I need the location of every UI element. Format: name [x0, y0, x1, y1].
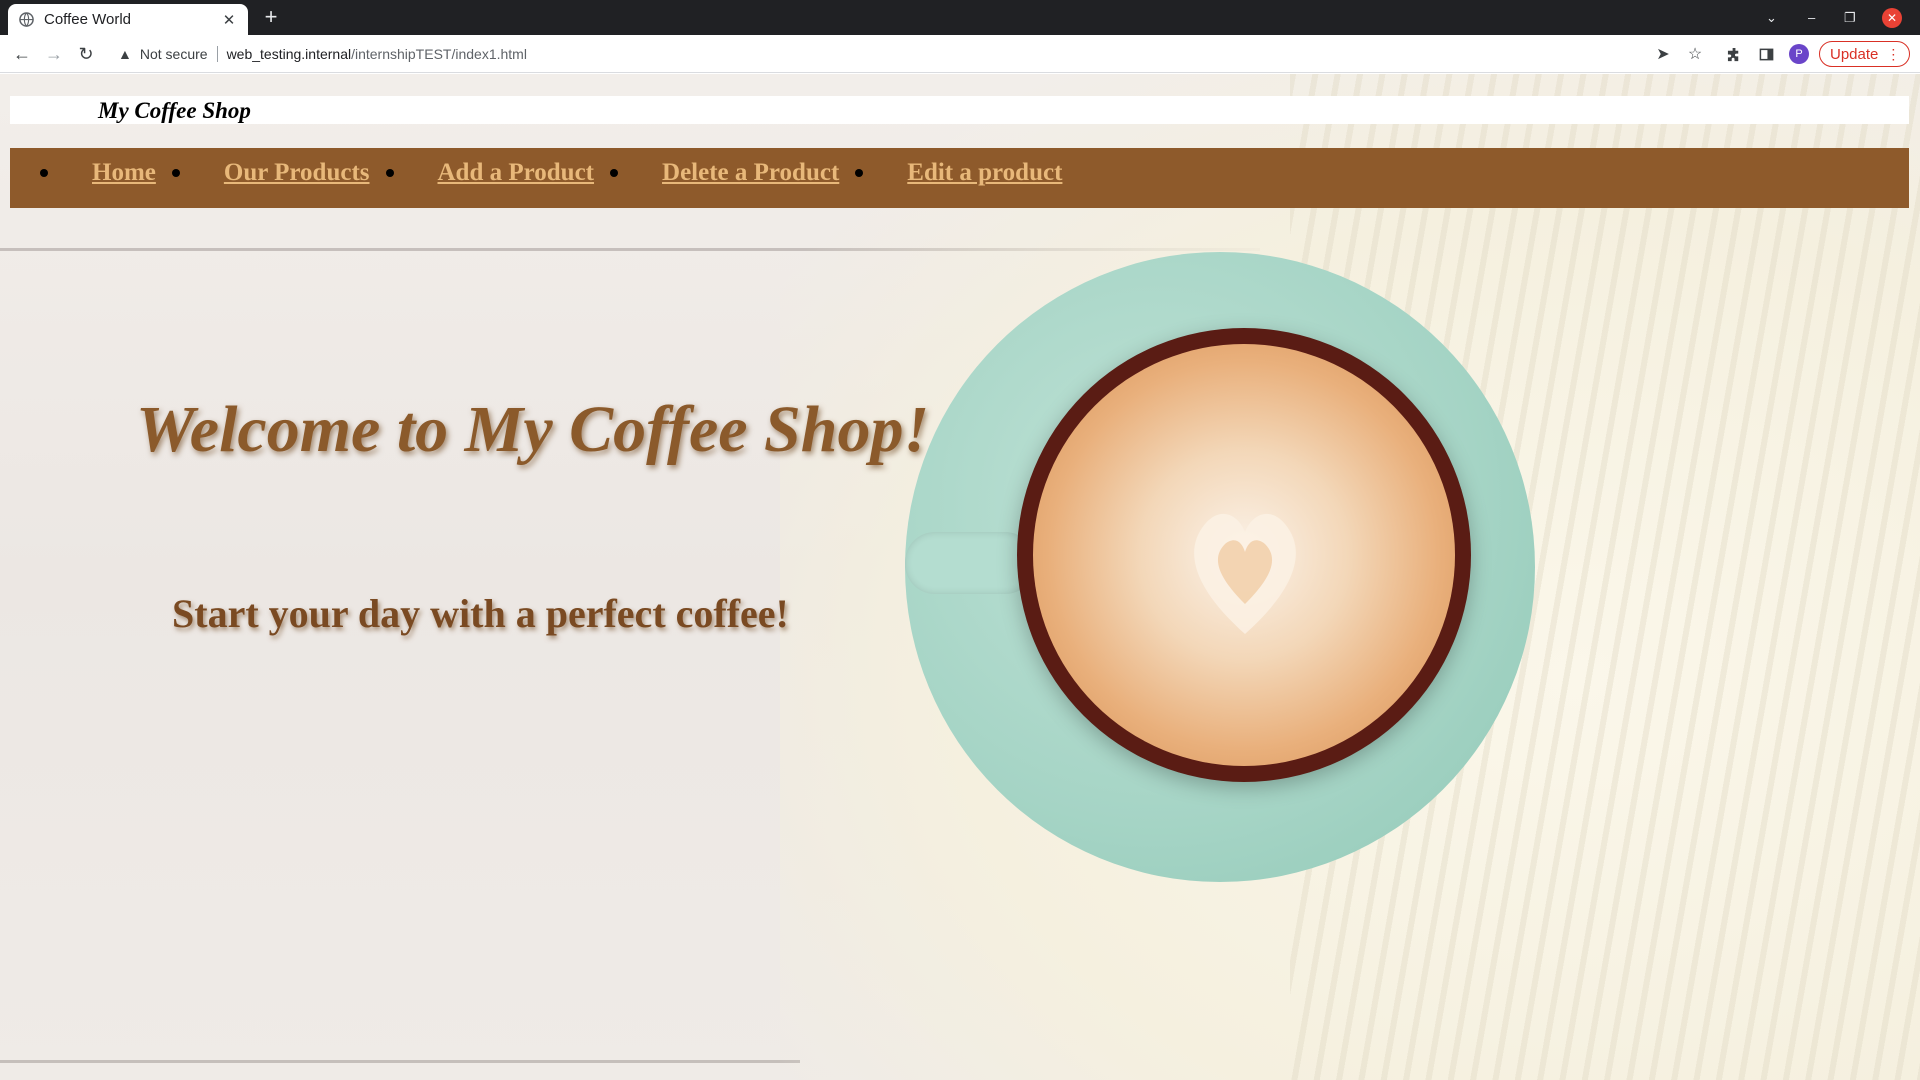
star-icon[interactable]: ☆: [1683, 42, 1707, 66]
nav-link-edit-product[interactable]: Edit a product: [907, 159, 1062, 187]
hero-title: Welcome to My Coffee Shop!: [136, 393, 930, 466]
window-close-icon[interactable]: ✕: [1882, 0, 1904, 35]
bullet: [40, 169, 48, 177]
site-title: My Coffee Shop: [98, 98, 251, 123]
nav-item-edit-product: Edit a product: [855, 159, 1062, 187]
bullet: [171, 169, 180, 177]
forward-icon[interactable]: →: [42, 42, 66, 66]
page-viewport: My Coffee Shop Home Our Products Add a P…: [0, 74, 1920, 1080]
main-nav: Home Our Products Add a Product Delete a…: [10, 148, 1909, 208]
url-host: web_testing.internal: [226, 46, 352, 62]
minimize-icon[interactable]: –: [1808, 0, 1834, 35]
kebab-menu-icon: ⋮: [1886, 45, 1901, 62]
security-label: Not secure: [139, 46, 208, 62]
background-cup-handle: [905, 532, 1035, 594]
nav-item-our-products: Our Products: [171, 159, 370, 187]
send-icon[interactable]: ➤: [1651, 42, 1675, 66]
update-button[interactable]: Update ⋮: [1819, 41, 1910, 67]
back-icon[interactable]: ←: [10, 42, 34, 66]
extensions-icon[interactable]: [1722, 42, 1746, 66]
background-plank-line: [0, 1060, 800, 1063]
browser-tab[interactable]: Coffee World ✕: [8, 4, 248, 35]
nav-link-our-products[interactable]: Our Products: [224, 159, 370, 187]
avatar[interactable]: P: [1789, 44, 1809, 64]
nav-link-add-product[interactable]: Add a Product: [438, 159, 595, 187]
browser-title-bar: Coffee World ✕ + ⌄ – ❐ ✕: [0, 0, 1920, 35]
nav-item-delete-product: Delete a Product: [610, 159, 839, 187]
address-bar[interactable]: ▲ Not secure web_testing.internal /inter…: [108, 39, 1668, 69]
browser-toolbar: ← → ↻ ▲ Not secure web_testing.internal …: [0, 35, 1920, 73]
nav-link-home[interactable]: Home: [92, 159, 156, 187]
close-icon[interactable]: ✕: [220, 11, 238, 29]
restore-icon[interactable]: ❐: [1844, 0, 1870, 35]
globe-icon: [18, 12, 34, 28]
nav-item-add-product: Add a Product: [385, 159, 595, 187]
plus-icon[interactable]: +: [258, 5, 284, 31]
bullet: [385, 169, 394, 177]
nav-link-delete-product[interactable]: Delete a Product: [662, 159, 839, 187]
url-path: /internshipTEST/index1.html: [351, 46, 527, 62]
hero-subtitle: Start your day with a perfect coffee!: [172, 591, 789, 636]
side-panel-icon[interactable]: [1754, 42, 1778, 66]
chevron-down-icon[interactable]: ⌄: [1766, 0, 1792, 35]
site-header: My Coffee Shop: [10, 96, 1909, 124]
warning-icon: ▲: [118, 46, 132, 62]
latte-art: [1194, 513, 1296, 634]
nav-item-home: Home: [40, 159, 156, 187]
tab-title: Coffee World: [44, 11, 131, 28]
divider: [216, 46, 218, 62]
bullet: [610, 169, 619, 177]
reload-icon[interactable]: ↻: [74, 42, 98, 66]
update-label: Update: [1830, 45, 1879, 63]
bullet: [855, 169, 864, 177]
